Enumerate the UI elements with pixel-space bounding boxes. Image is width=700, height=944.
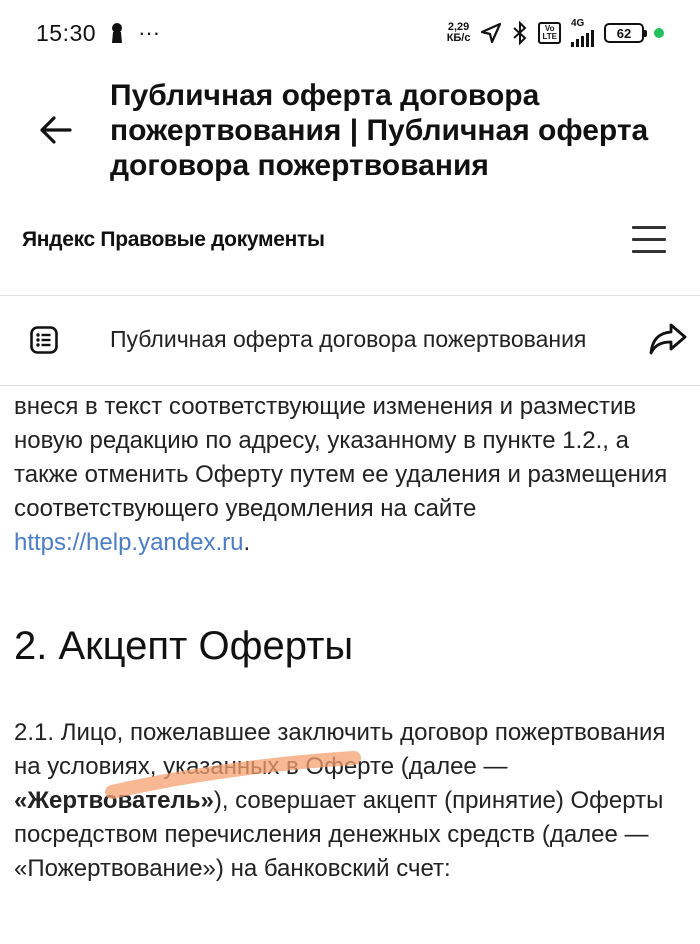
location-icon (481, 22, 502, 44)
site-navbar: Яндекс Правовые документы (0, 196, 700, 296)
signal-icon: 4G (571, 19, 594, 47)
bluetooth-icon (513, 21, 527, 45)
donor-term: «Жертвователь» (14, 787, 214, 814)
battery-icon: 62 (604, 23, 647, 43)
app-header: Публичная оферта договора пожертвования … (0, 66, 700, 196)
status-bar: 15:30 ··· 2,29 КБ/с Vo LTE 4G 62 (0, 0, 700, 66)
document-title: Публичная оферта договора пожертвования (110, 326, 587, 352)
volte-icon: Vo LTE (538, 22, 561, 44)
table-of-contents-icon[interactable] (30, 326, 58, 354)
privacy-indicator-dot (654, 28, 664, 38)
hamburger-menu-icon[interactable] (632, 226, 666, 254)
help-yandex-link[interactable]: https://help.yandex.ru (14, 529, 243, 556)
page-title: Публичная оферта договора пожертвования … (110, 79, 649, 182)
site-logo[interactable]: Яндекс Правовые документы (22, 228, 325, 252)
document-toolbar: Публичная оферта договора пожертвования (0, 296, 700, 386)
paragraph-2-1: 2.1. Лицо, пожелавшее заключить договор … (14, 719, 666, 882)
more-notifications-icon: ··· (138, 20, 161, 45)
back-arrow-icon[interactable] (36, 110, 76, 150)
document-content: внеся в текст соответствующие изменения … (0, 386, 700, 944)
network-speed: 2,29 КБ/с (446, 21, 471, 44)
share-icon[interactable] (648, 322, 688, 356)
clock: 15:30 (36, 19, 97, 46)
section-heading-acceptance: 2. Акцепт Оферты (14, 624, 354, 668)
lock-icon (112, 23, 123, 43)
paragraph-1-10-continued: внеся в текст соответствующие изменения … (14, 393, 668, 556)
